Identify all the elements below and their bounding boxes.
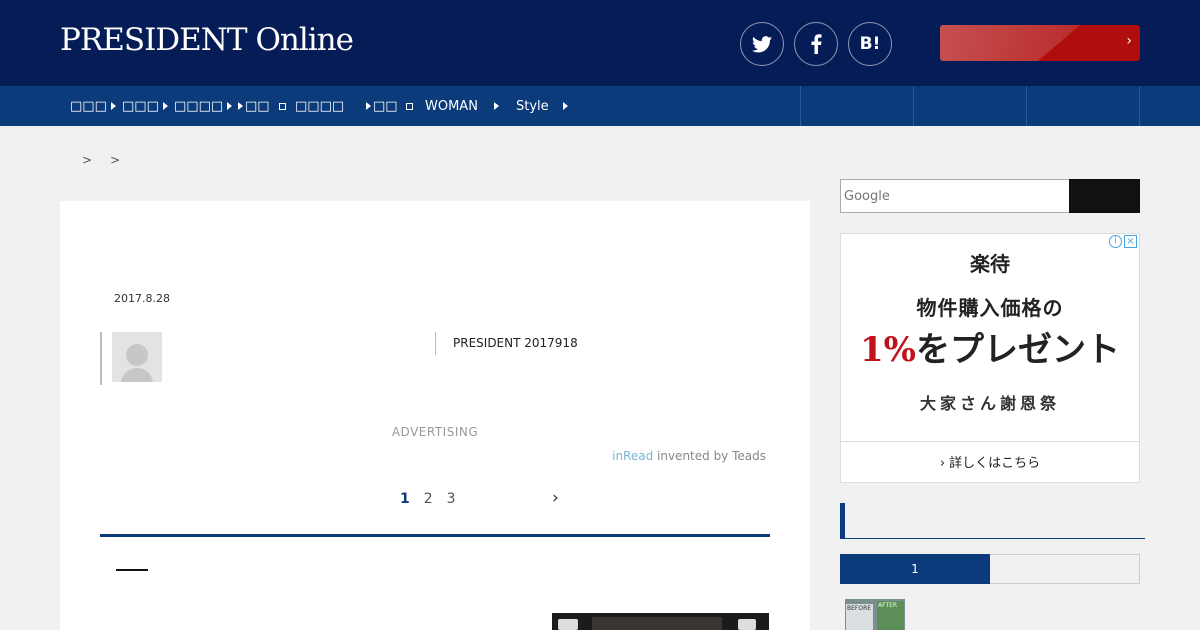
caret-right-icon xyxy=(366,102,371,110)
nav-item-6[interactable]: □□ xyxy=(366,86,398,126)
caret-right-icon xyxy=(227,102,233,110)
nav-item-label: □□ xyxy=(245,98,270,114)
nav-divider xyxy=(913,86,914,126)
pagination: 1 2 3 xyxy=(400,491,456,507)
nav-item-label: WOMAN xyxy=(425,98,478,114)
article-card: 2017.8.28 PRESIDENT 2017918 ADVERTISING … xyxy=(60,201,810,630)
ad-headline-1: 物件購入価格の xyxy=(916,296,1064,320)
main-nav: □□□ □□□ □□□□ □□ □□□□ □□ WOMAN Style xyxy=(0,86,1200,126)
nav-item-label: □□□□ xyxy=(295,98,345,114)
twitter-icon xyxy=(752,35,772,52)
site-logo[interactable]: PRESIDENT Online xyxy=(60,22,354,58)
thumbnail-corner xyxy=(558,619,578,630)
page-link-2[interactable]: 2 xyxy=(424,491,433,507)
article-source: PRESIDENT 2017918 xyxy=(453,336,578,350)
site-search xyxy=(840,179,1140,213)
nav-item-label: □□ xyxy=(373,98,398,114)
page-link-1[interactable]: 1 xyxy=(400,491,410,507)
teads-brand: inRead xyxy=(612,449,654,463)
nav-item-label: □□□ xyxy=(70,98,107,114)
avatar-placeholder-body xyxy=(121,368,153,382)
page-link-3[interactable]: 3 xyxy=(447,491,456,507)
hatena-bookmark-button[interactable]: B! xyxy=(848,22,892,66)
ad-cta-link[interactable]: › 詳しくはこちら xyxy=(841,452,1139,471)
nav-item-style[interactable]: Style xyxy=(516,86,568,126)
nav-divider xyxy=(800,86,801,126)
thumb-before: BEFORE xyxy=(846,604,873,630)
caret-right-icon xyxy=(162,102,168,110)
site-header: PRESIDENT Online B! › xyxy=(0,0,1200,86)
nav-divider xyxy=(1026,86,1027,126)
nav-item-4[interactable]: □□ xyxy=(238,86,270,126)
ad-headline-3: 大家さん謝恩祭 xyxy=(919,394,1060,413)
source-divider xyxy=(435,332,436,355)
search-input[interactable] xyxy=(840,179,1070,213)
ad-headline-2-rest: をプレゼント xyxy=(915,330,1120,370)
nav-item-2[interactable]: □□□ xyxy=(122,86,168,126)
nav-item-woman[interactable]: WOMAN xyxy=(405,86,499,126)
nav-item-label: □□□ xyxy=(122,98,159,114)
ranking-heading xyxy=(840,503,1145,539)
teads-text: invented by Teads xyxy=(653,449,766,463)
nav-item-label: □□□□ xyxy=(174,98,224,114)
section-dash xyxy=(116,569,148,571)
grid-icon xyxy=(406,102,413,110)
nav-item-label: Style xyxy=(516,98,549,114)
breadcrumb-separator: > xyxy=(82,153,93,167)
cta-highlight xyxy=(940,25,1080,61)
facebook-icon xyxy=(811,34,821,54)
nav-divider xyxy=(1139,86,1140,126)
ad-divider xyxy=(841,441,1139,442)
author-avatar[interactable] xyxy=(112,332,162,382)
hatena-icon: B! xyxy=(859,34,881,54)
article-date: 2017.8.28 xyxy=(114,292,170,305)
ad-headline-2: 1%をプレゼント xyxy=(841,322,1139,371)
header-cta-button[interactable]: › xyxy=(940,25,1140,61)
facebook-share-button[interactable] xyxy=(794,22,838,66)
ranking-tabs: 1 xyxy=(840,554,1140,584)
thumbnail-corner xyxy=(738,619,756,630)
advertising-label: ADVERTISING xyxy=(391,425,479,439)
ad-highlight: 1% xyxy=(860,330,916,370)
nav-item-1[interactable]: □□□ xyxy=(70,86,116,126)
next-page-button[interactable]: › xyxy=(552,488,559,508)
ad-brand: 楽待 xyxy=(970,252,1010,276)
ad-cta-label: 詳しくはこちら xyxy=(949,456,1041,471)
chevron-right-icon: › xyxy=(1126,33,1132,49)
caret-right-icon xyxy=(110,102,116,110)
nav-item-3[interactable]: □□□□ xyxy=(174,86,233,126)
search-button[interactable] xyxy=(1069,179,1140,213)
chevron-right-icon: › xyxy=(939,456,946,471)
breadcrumb: > > xyxy=(82,153,120,167)
ranking-tab-2[interactable] xyxy=(990,554,1140,584)
article-thumbnail[interactable] xyxy=(552,613,769,630)
caret-right-icon xyxy=(238,102,243,110)
thumbnail-photo xyxy=(592,617,722,630)
ad-choices: i × xyxy=(1109,235,1137,248)
thumb-after: AFTER xyxy=(877,601,904,630)
teads-credit[interactable]: inRead invented by Teads xyxy=(612,449,766,463)
ranking-tab-1[interactable]: 1 xyxy=(840,554,990,584)
breadcrumb-separator: > xyxy=(110,153,121,167)
ad-info-icon[interactable]: i xyxy=(1109,235,1122,248)
nav-item-5[interactable]: □□□□ xyxy=(278,86,344,126)
twitter-share-button[interactable] xyxy=(740,22,784,66)
section-rule xyxy=(100,534,770,537)
caret-right-icon xyxy=(562,102,568,110)
ad-close-icon[interactable]: × xyxy=(1124,235,1137,248)
avatar-placeholder-icon xyxy=(126,344,148,366)
author-divider xyxy=(100,332,102,385)
grid-icon xyxy=(279,102,286,110)
ranking-thumbnail[interactable]: BEFORE AFTER xyxy=(845,599,905,630)
caret-right-icon xyxy=(493,102,499,110)
sidebar-ad[interactable]: i × 楽待 物件購入価格の 1%をプレゼント 大家さん謝恩祭 › 詳しくはこち… xyxy=(840,233,1140,483)
